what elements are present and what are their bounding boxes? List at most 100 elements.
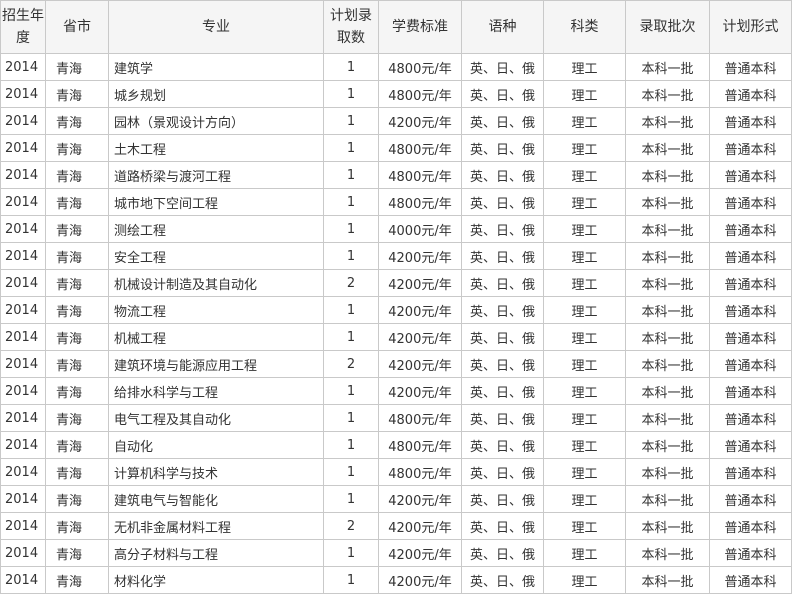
table-row: 2014 青海 计算机科学与技术 1 4800元/年 英、日、俄 理工 本科一批 普通本科: [0, 458, 792, 486]
cell-major: 材料化学: [108, 566, 324, 594]
cell-fee: 4200元/年: [378, 377, 462, 405]
table-row: 2014 青海 安全工程 1 4200元/年 英、日、俄 理工 本科一批 普通本科: [0, 242, 792, 270]
cell-form: 普通本科: [709, 80, 792, 108]
cell-form: 普通本科: [709, 242, 792, 270]
cell-form: 普通本科: [709, 350, 792, 378]
cell-major: 园林（景观设计方向）: [108, 107, 324, 135]
cell-province: 青海: [45, 377, 109, 405]
cell-language: 英、日、俄: [461, 188, 544, 216]
cell-major: 城市地下空间工程: [108, 188, 324, 216]
cell-province: 青海: [45, 350, 109, 378]
cell-form: 普通本科: [709, 215, 792, 243]
cell-form: 普通本科: [709, 134, 792, 162]
cell-category: 理工: [543, 404, 626, 432]
cell-fee: 4200元/年: [378, 485, 462, 513]
cell-province: 青海: [45, 161, 109, 189]
cell-language: 英、日、俄: [461, 215, 544, 243]
cell-batch: 本科一批: [625, 431, 710, 459]
cell-province: 青海: [45, 539, 109, 567]
header-form: 计划形式: [709, 0, 792, 54]
table-row: 2014 青海 自动化 1 4800元/年 英、日、俄 理工 本科一批 普通本科: [0, 431, 792, 459]
cell-language: 英、日、俄: [461, 458, 544, 486]
cell-category: 理工: [543, 188, 626, 216]
cell-year: 2014: [0, 80, 46, 108]
header-major: 专业: [108, 0, 324, 54]
cell-province: 青海: [45, 215, 109, 243]
cell-year: 2014: [0, 350, 46, 378]
admission-plan-table: 招生年度 省市 专业 计划录取数 学费标准 语种 科类 录取批次 计划形式 20…: [0, 0, 792, 594]
cell-language: 英、日、俄: [461, 404, 544, 432]
cell-year: 2014: [0, 485, 46, 513]
cell-batch: 本科一批: [625, 53, 710, 81]
cell-quota: 1: [323, 134, 379, 162]
cell-language: 英、日、俄: [461, 512, 544, 540]
table-row: 2014 青海 城乡规划 1 4800元/年 英、日、俄 理工 本科一批 普通本科: [0, 80, 792, 108]
cell-category: 理工: [543, 296, 626, 324]
table-row: 2014 青海 建筑环境与能源应用工程 2 4200元/年 英、日、俄 理工 本科一批 普通本科: [0, 350, 792, 378]
cell-quota: 2: [323, 512, 379, 540]
cell-major: 土木工程: [108, 134, 324, 162]
cell-quota: 1: [323, 566, 379, 594]
cell-major: 测绘工程: [108, 215, 324, 243]
cell-fee: 4200元/年: [378, 107, 462, 135]
cell-fee: 4200元/年: [378, 566, 462, 594]
table-row: 2014 青海 机械设计制造及其自动化 2 4200元/年 英、日、俄 理工 本科一批 普通本科: [0, 269, 792, 297]
cell-fee: 4200元/年: [378, 539, 462, 567]
cell-quota: 1: [323, 458, 379, 486]
cell-fee: 4800元/年: [378, 53, 462, 81]
cell-major: 高分子材料与工程: [108, 539, 324, 567]
table-row: 2014 青海 道路桥梁与渡河工程 1 4800元/年 英、日、俄 理工 本科一批 普通本科: [0, 161, 792, 189]
cell-major: 道路桥梁与渡河工程: [108, 161, 324, 189]
cell-language: 英、日、俄: [461, 53, 544, 81]
cell-category: 理工: [543, 566, 626, 594]
cell-form: 普通本科: [709, 296, 792, 324]
cell-major: 建筑环境与能源应用工程: [108, 350, 324, 378]
cell-major: 电气工程及其自动化: [108, 404, 324, 432]
cell-fee: 4000元/年: [378, 215, 462, 243]
cell-province: 青海: [45, 458, 109, 486]
cell-form: 普通本科: [709, 539, 792, 567]
cell-major: 安全工程: [108, 242, 324, 270]
cell-form: 普通本科: [709, 566, 792, 594]
cell-quota: 1: [323, 188, 379, 216]
cell-year: 2014: [0, 53, 46, 81]
cell-major: 建筑电气与智能化: [108, 485, 324, 513]
cell-batch: 本科一批: [625, 539, 710, 567]
cell-province: 青海: [45, 323, 109, 351]
header-province: 省市: [45, 0, 109, 54]
cell-province: 青海: [45, 188, 109, 216]
cell-quota: 1: [323, 485, 379, 513]
table-row: 2014 青海 机械工程 1 4200元/年 英、日、俄 理工 本科一批 普通本科: [0, 323, 792, 351]
cell-form: 普通本科: [709, 458, 792, 486]
cell-fee: 4800元/年: [378, 161, 462, 189]
table-row: 2014 青海 建筑学 1 4800元/年 英、日、俄 理工 本科一批 普通本科: [0, 53, 792, 81]
cell-province: 青海: [45, 404, 109, 432]
cell-province: 青海: [45, 485, 109, 513]
cell-language: 英、日、俄: [461, 242, 544, 270]
cell-quota: 1: [323, 80, 379, 108]
cell-major: 给排水科学与工程: [108, 377, 324, 405]
cell-category: 理工: [543, 107, 626, 135]
cell-category: 理工: [543, 458, 626, 486]
cell-fee: 4800元/年: [378, 404, 462, 432]
table-row: 2014 青海 土木工程 1 4800元/年 英、日、俄 理工 本科一批 普通本科: [0, 134, 792, 162]
cell-batch: 本科一批: [625, 215, 710, 243]
cell-quota: 1: [323, 53, 379, 81]
cell-form: 普通本科: [709, 161, 792, 189]
cell-year: 2014: [0, 134, 46, 162]
cell-fee: 4200元/年: [378, 350, 462, 378]
cell-language: 英、日、俄: [461, 323, 544, 351]
cell-major: 城乡规划: [108, 80, 324, 108]
cell-batch: 本科一批: [625, 80, 710, 108]
cell-form: 普通本科: [709, 485, 792, 513]
cell-province: 青海: [45, 80, 109, 108]
cell-batch: 本科一批: [625, 134, 710, 162]
cell-category: 理工: [543, 161, 626, 189]
cell-batch: 本科一批: [625, 350, 710, 378]
cell-batch: 本科一批: [625, 512, 710, 540]
header-year: 招生年度: [0, 0, 46, 54]
cell-year: 2014: [0, 512, 46, 540]
cell-province: 青海: [45, 53, 109, 81]
cell-category: 理工: [543, 242, 626, 270]
cell-category: 理工: [543, 350, 626, 378]
